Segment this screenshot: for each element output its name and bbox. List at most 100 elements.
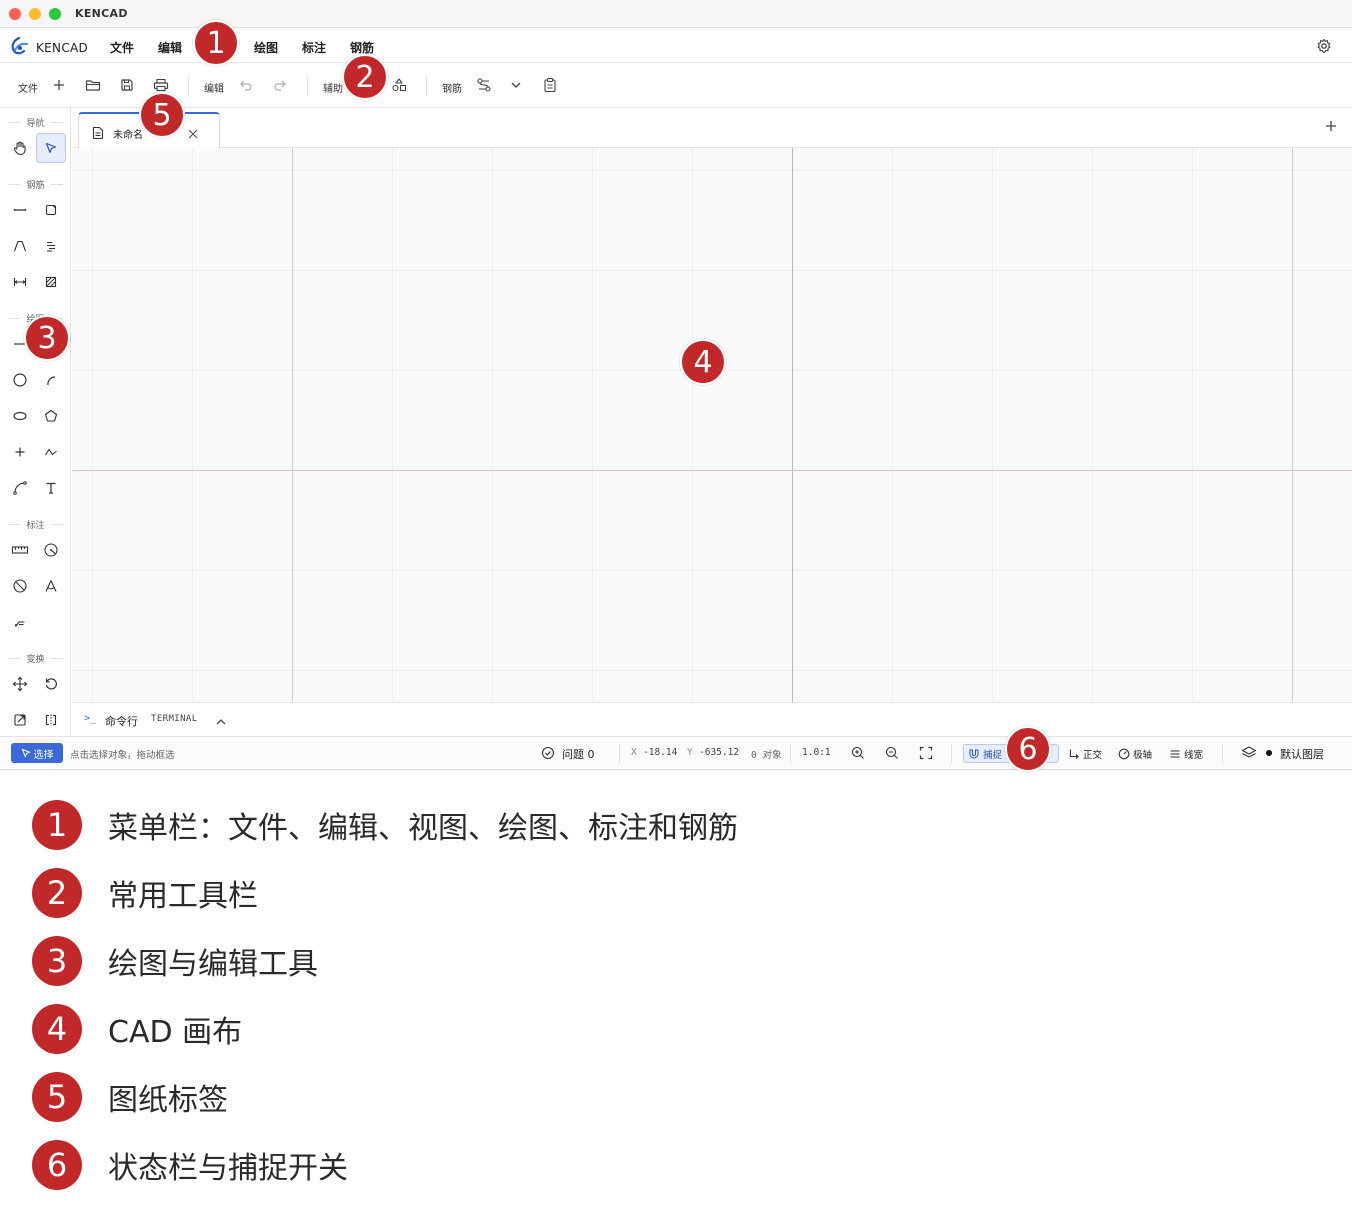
- close-window-button[interactable]: [9, 8, 21, 20]
- section-rebar-label: 钢筋: [0, 178, 71, 191]
- close-tab-icon[interactable]: [187, 125, 199, 144]
- cad-canvas[interactable]: [72, 148, 1352, 702]
- legend-text: 图纸标签: [108, 1083, 228, 1118]
- scale-icon[interactable]: [5, 705, 35, 735]
- mirror-icon[interactable]: [36, 705, 66, 735]
- toolbar-separator: [188, 76, 189, 96]
- document-icon: [92, 125, 104, 144]
- zoom-in-icon[interactable]: [850, 745, 866, 761]
- text-tool-icon[interactable]: [36, 473, 66, 503]
- point-tool-icon[interactable]: [5, 437, 35, 467]
- legend-item: 6 状态栏与捕捉开关: [32, 1140, 348, 1190]
- snap-label: 捕捉: [983, 749, 1003, 761]
- spline-tool-icon[interactable]: [36, 437, 66, 467]
- status-separator: [1222, 744, 1223, 763]
- ellipse-tool-icon[interactable]: [5, 401, 35, 431]
- undo-icon[interactable]: [237, 76, 255, 94]
- bezier-tool-icon[interactable]: [5, 473, 35, 503]
- issues-count[interactable]: 问题 0: [562, 746, 595, 762]
- legend-item: 3 绘图与编辑工具: [32, 936, 318, 986]
- radius-dimension-icon[interactable]: [36, 535, 66, 565]
- save-icon[interactable]: [118, 76, 136, 94]
- legend-item: 2 常用工具栏: [32, 868, 258, 918]
- drawing-tab-bar: 未命名: [72, 108, 1352, 148]
- linear-dimension-icon[interactable]: [5, 535, 35, 565]
- toolbar-edit-label: 编辑: [204, 84, 224, 95]
- layers-icon[interactable]: [1241, 745, 1257, 761]
- cursor-icon: [21, 748, 31, 758]
- diameter-dimension-icon[interactable]: [5, 571, 35, 601]
- move-icon[interactable]: [5, 669, 35, 699]
- menu-edit[interactable]: 编辑: [158, 39, 182, 56]
- add-tab-icon[interactable]: [1324, 118, 1338, 137]
- menu-file[interactable]: 文件: [110, 39, 134, 56]
- section-navigation-label: 导航: [0, 116, 71, 129]
- toolbar-rebar-label: 钢筋: [442, 84, 462, 95]
- legend-item: 4 CAD 画布: [32, 1004, 242, 1054]
- polar-label: 极轴: [1133, 749, 1153, 761]
- polygon-tool-icon[interactable]: [36, 401, 66, 431]
- redo-icon[interactable]: [271, 76, 289, 94]
- leader-icon[interactable]: [5, 607, 35, 637]
- pan-hand-icon[interactable]: [5, 133, 35, 163]
- chevron-up-icon[interactable]: [215, 713, 227, 732]
- angle-dimension-icon[interactable]: [36, 571, 66, 601]
- brand: KENCAD: [9, 36, 89, 59]
- command-bar[interactable]: >_ 命令行 TERMINAL: [72, 702, 1352, 736]
- x-coordinate-label: X: [631, 747, 637, 758]
- legend-text: CAD 画布: [108, 1015, 243, 1050]
- legend-number: 3: [32, 936, 82, 986]
- gear-icon[interactable]: [1316, 38, 1332, 58]
- rebar-config-icon[interactable]: [475, 76, 493, 94]
- window-title: KENCAD: [75, 7, 128, 20]
- x-coordinate-value: -18.14: [643, 747, 678, 758]
- clipboard-icon[interactable]: [541, 76, 559, 94]
- magnet-icon: [969, 749, 979, 758]
- kencad-logo-icon: [9, 36, 29, 59]
- polar-toggle[interactable]: 极轴: [1118, 744, 1152, 763]
- tool-panel: 导航 钢筋 绘图: [0, 108, 71, 736]
- legend-text: 常用工具栏: [108, 879, 258, 914]
- terminal-label: TERMINAL: [151, 714, 198, 724]
- status-bar: 选择 点击选择对象，拖动框选 问题 0 X -18.14 Y -635.12 0…: [0, 736, 1352, 769]
- select-mode-button[interactable]: 选择: [11, 743, 63, 763]
- shapes-icon[interactable]: [390, 76, 408, 94]
- rebar-area-icon[interactable]: [36, 267, 66, 297]
- zoom-out-icon[interactable]: [884, 745, 900, 761]
- lineweight-label: 线宽: [1184, 749, 1204, 761]
- drawing-tab-label: 未命名: [113, 130, 143, 141]
- fit-view-icon[interactable]: [918, 745, 934, 761]
- lineweight-toggle[interactable]: 线宽: [1169, 744, 1203, 763]
- rebar-span-icon[interactable]: [5, 267, 35, 297]
- menu-annotate[interactable]: 标注: [302, 39, 326, 56]
- menu-draw[interactable]: 绘图: [254, 39, 278, 56]
- rebar-straight-icon[interactable]: [5, 195, 35, 225]
- new-file-icon[interactable]: [50, 76, 68, 94]
- select-cursor-icon[interactable]: [36, 133, 66, 163]
- chevron-down-icon[interactable]: [507, 76, 525, 94]
- legend-text: 状态栏与捕捉开关: [108, 1151, 348, 1186]
- status-hint: 点击选择对象，拖动框选: [70, 750, 175, 761]
- current-layer-name[interactable]: 默认图层: [1280, 746, 1324, 762]
- legend-text: 菜单栏：文件、编辑、视图、绘图、标注和钢筋: [108, 811, 738, 846]
- brand-name: KENCAD: [36, 41, 89, 55]
- polar-icon: [1118, 748, 1130, 759]
- rebar-bent-icon[interactable]: [5, 231, 35, 261]
- legend-number: 2: [32, 868, 82, 918]
- arc-tool-icon[interactable]: [36, 365, 66, 395]
- ortho-toggle[interactable]: 正交: [1068, 744, 1102, 763]
- y-coordinate-label: Y: [687, 747, 693, 758]
- y-coordinate-value: -635.12: [699, 747, 740, 758]
- rebar-stirrup-icon[interactable]: [36, 195, 66, 225]
- minimize-window-button[interactable]: [29, 8, 41, 20]
- maximize-window-button[interactable]: [49, 8, 61, 20]
- rotate-icon[interactable]: [36, 669, 66, 699]
- circle-tool-icon[interactable]: [5, 365, 35, 395]
- status-separator: [790, 744, 791, 763]
- open-folder-icon[interactable]: [84, 76, 102, 94]
- rebar-array-icon[interactable]: [36, 231, 66, 261]
- ortho-icon: [1069, 749, 1079, 759]
- toolbar-separator: [426, 76, 427, 96]
- callout-marker-6: 6: [1005, 726, 1051, 772]
- check-circle-icon[interactable]: [540, 745, 556, 761]
